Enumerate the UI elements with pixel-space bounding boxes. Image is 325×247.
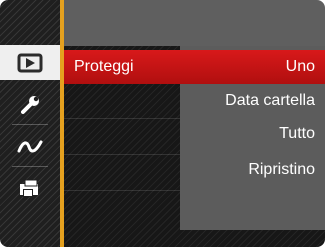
submenu-option-ripristino[interactable]: Ripristino: [248, 160, 315, 180]
wrench-settings-icon: [18, 93, 42, 117]
sidebar-item-effects[interactable]: [0, 126, 60, 167]
print-icon: [17, 177, 43, 199]
sidebar-item-playback[interactable]: [0, 45, 60, 80]
row-divider: [64, 118, 180, 119]
menu-header: [64, 0, 325, 46]
playback-icon: [17, 52, 43, 74]
sidebar-item-settings[interactable]: [0, 86, 60, 125]
squiggle-effect-icon: [17, 137, 43, 155]
row-divider: [64, 154, 180, 155]
camera-menu-screen: Proteggi Uno Data cartella Tutto Riprist…: [0, 0, 325, 247]
submenu-option-tutto[interactable]: Tutto: [279, 124, 315, 144]
submenu-option-data-cartella[interactable]: Data cartella: [225, 91, 315, 111]
row-divider: [64, 190, 180, 191]
submenu-option-uno[interactable]: Uno: [286, 57, 315, 77]
menu-item-label: Proteggi: [74, 58, 134, 75]
sidebar-item-print[interactable]: [0, 168, 60, 208]
